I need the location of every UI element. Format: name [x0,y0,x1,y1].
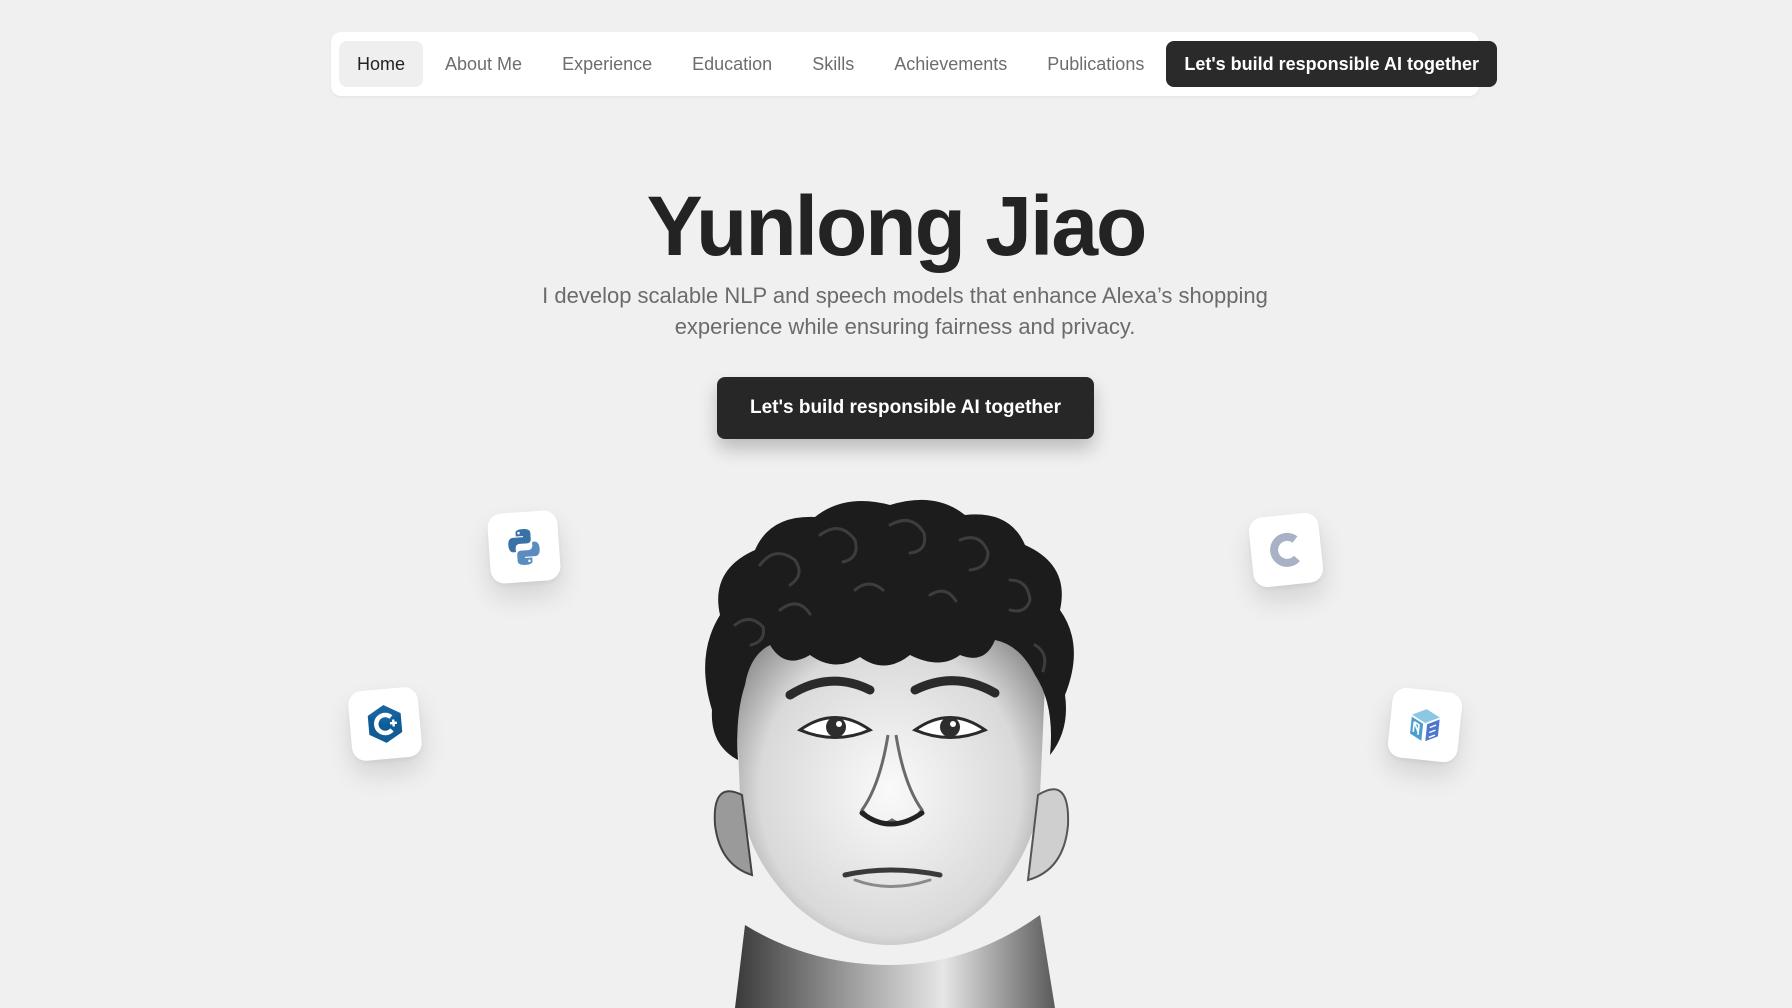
nav-education[interactable]: Education [674,41,790,87]
nav-skills[interactable]: Skills [794,41,872,87]
hero-title: Yunlong Jiao [646,179,1148,273]
nav-publications[interactable]: Publications [1029,41,1162,87]
nav-experience[interactable]: Experience [544,41,670,87]
portrait-illustration [705,499,1074,1008]
nav-home[interactable]: Home [339,41,424,87]
top-nav: Home About Me Experience Education Skill… [331,32,1497,96]
nav-about-me[interactable]: About Me [427,41,540,87]
hero-subtitle: I develop scalable NLP and speech models… [542,283,1268,339]
cpp-icon [367,705,403,743]
python-icon [508,529,540,565]
python-icon-tile [486,509,562,585]
nav-achievements[interactable]: Achievements [876,41,1025,87]
hero-cta-button[interactable]: Let's build responsible AI together [717,377,1094,439]
c-language-icon [1270,532,1300,567]
cpp-icon-tile [347,686,423,762]
nav-cta-button[interactable]: Let's build responsible AI together [1166,41,1497,87]
numpy-icon [1410,709,1440,742]
c-language-icon-tile [1247,511,1325,589]
numpy-icon-tile [1386,686,1464,764]
